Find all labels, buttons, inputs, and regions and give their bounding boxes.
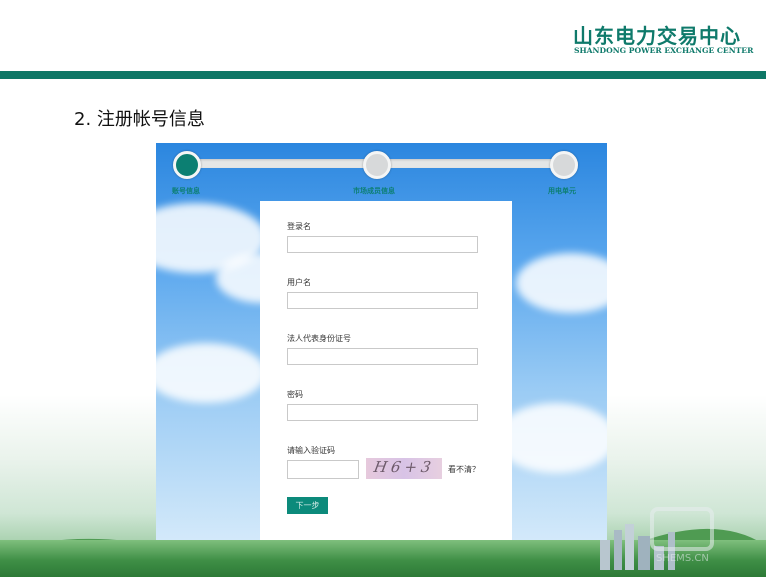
captcha-refresh-link[interactable]: 看不清？ [448,464,480,475]
cloud-shape [516,253,607,313]
section-title: 2. 注册帐号信息 [74,109,205,130]
next-step-button[interactable]: 下一步 [287,497,328,514]
password-input[interactable] [287,404,478,421]
registration-screenshot: 账号信息 市场成员信息 用电单元 登录名 用户名 法人代表身份证号 密码 请输入… [156,143,607,540]
legal-id-label: 法人代表身份证号 [287,334,351,343]
username-label: 用户名 [287,278,311,287]
username-input[interactable] [287,292,478,309]
step-dot-account [173,151,201,179]
slide: 山东电力交易中心 SHANDONG POWER EXCHANGE CENTER … [0,0,766,577]
brand-logo-cn: 山东电力交易中心 [573,24,741,48]
captcha-label: 请输入验证码 [287,446,335,455]
registration-form: 登录名 用户名 法人代表身份证号 密码 请输入验证码 H6+3 看不清？ 下一步 [260,201,512,540]
cloud-shape [496,403,607,473]
brand-logo-en: SHANDONG POWER EXCHANGE CENTER [574,46,754,55]
cloud-shape [156,343,266,403]
password-label: 密码 [287,390,303,399]
login-name-input[interactable] [287,236,478,253]
captcha-image[interactable]: H6+3 [366,458,442,479]
login-name-label: 登录名 [287,222,311,231]
legal-id-input[interactable] [287,348,478,365]
step-dot-unit [550,151,578,179]
watermark-text: SHEMS.CN [656,553,709,564]
step-label-unit: 用电单元 [548,187,576,195]
header-divider-bar [0,71,766,79]
step-label-member: 市场成员信息 [353,187,395,195]
captcha-image-text: H6+3 [372,458,437,476]
step-dot-member [363,151,391,179]
captcha-input[interactable] [287,460,359,479]
step-label-account: 账号信息 [172,187,200,195]
watermark-logo: SHEMS.CN [650,507,714,564]
